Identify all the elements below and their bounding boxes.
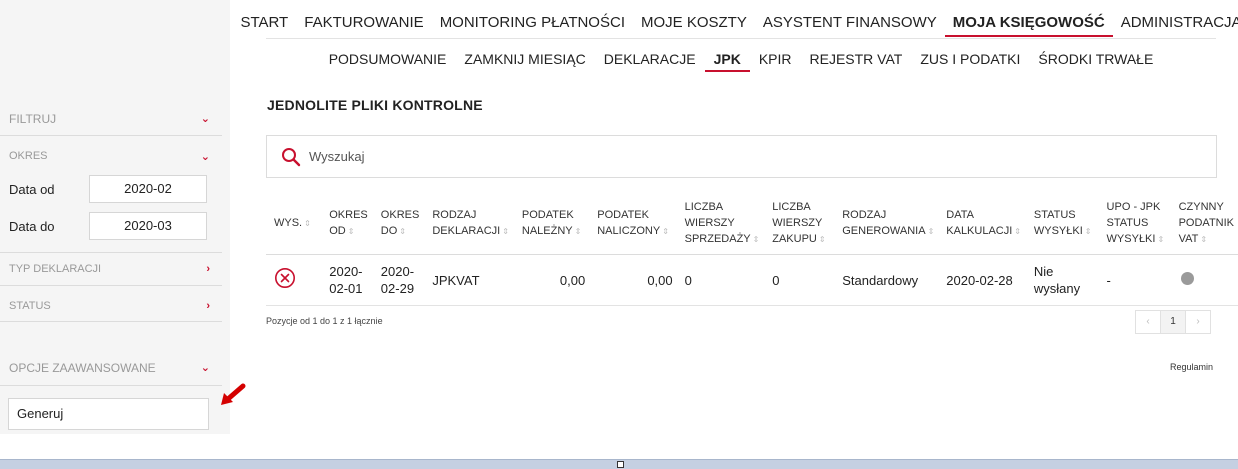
col-wys-header[interactable]: WYS. ⇕: [266, 192, 322, 255]
col-status-wysylki-header[interactable]: STATUS WYSYŁKI ⇕: [1025, 192, 1099, 255]
subnav-item-5[interactable]: REJESTR VAT: [801, 48, 912, 72]
status-label: STATUS: [9, 299, 51, 312]
date-from-field[interactable]: 2020-02: [89, 175, 207, 203]
subnav-item-0[interactable]: PODSUMOWANIE: [320, 48, 456, 72]
nav-item-6[interactable]: ADMINISTRACJA: [1113, 10, 1238, 37]
cell-rodzaj-generowania: Standardowy: [834, 254, 939, 306]
date-to-field[interactable]: 2020-03: [89, 212, 207, 240]
cell-czynny: [1170, 254, 1238, 306]
filter-label: FILTRUJ: [9, 111, 57, 126]
page-title: JEDNOLITE PLIKI KONTROLNE: [267, 97, 483, 113]
date-from-label: Data od: [9, 181, 55, 197]
declaration-type-section[interactable]: TYP DEKLARACJI ›: [0, 252, 222, 286]
main-navigation: START FAKTUROWANIE MONITORING PŁATNOŚCI MOJ…: [240, 10, 1238, 39]
table-row[interactable]: 2020-02-01 2020-02-29 JPKVAT 0,00 0,00 0…: [266, 254, 1238, 306]
cell-podatek-nalezny: 0,00: [513, 254, 590, 306]
cell-upo: -: [1098, 254, 1171, 306]
col-podatek-nalezny-header[interactable]: PODATEK NALEŻNY ⇕: [513, 192, 590, 255]
chevron-down-icon: ⌄: [200, 362, 210, 374]
nav-item-2[interactable]: MONITORING PŁATNOŚCI: [432, 10, 633, 37]
generate-button[interactable]: Generuj: [8, 398, 209, 430]
date-from-row: Data od 2020-02: [0, 174, 222, 204]
window-bottom-bar: [0, 459, 1238, 469]
subnav-item-4[interactable]: KPIR: [750, 48, 801, 72]
subnav-item-7[interactable]: ŚRODKI TRWAŁE: [1029, 48, 1162, 72]
resize-grip-icon[interactable]: [617, 461, 624, 468]
col-podatek-naliczony-header[interactable]: PODATEK NALICZONY ⇕: [589, 192, 677, 255]
col-data-kalkulacji-header[interactable]: DATA KALKULACJI ⇕: [938, 192, 1026, 255]
cell-okres-do: 2020-02-29: [372, 254, 425, 306]
pager-prev-button[interactable]: ‹: [1135, 310, 1161, 334]
search-bar[interactable]: [266, 135, 1217, 178]
search-icon: [281, 147, 301, 167]
cell-wiersze-sprzedazy: 0: [676, 254, 765, 306]
chevron-right-icon: ›: [206, 263, 210, 275]
table-header-row: WYS. ⇕ OKRES OD ⇕ OKRES DO ⇕ RODZAJ DEKLARA…: [266, 192, 1238, 255]
nav-item-0[interactable]: START: [232, 10, 296, 37]
cell-podatek-naliczony: 0,00: [589, 254, 677, 306]
subnav-item-6[interactable]: ZUS I PODATKI: [911, 48, 1029, 72]
advanced-options-label: OPCJE ZAAWANSOWANE: [9, 360, 156, 375]
date-to-row: Data do 2020-03: [0, 211, 222, 241]
sub-navigation: PODSUMOWANIE ZAMKNIJ MIESIĄC DEKLARACJE JPK…: [266, 48, 1216, 76]
col-wiersze-sprzedazy-header[interactable]: LICZBA WIERSZY SPRZEDAŻY ⇕: [676, 192, 765, 255]
subnav-item-3[interactable]: JPK: [704, 48, 750, 72]
subnav-item-2[interactable]: DEKLARACJE: [595, 48, 705, 72]
cell-data-kalkulacji: 2020-02-28: [938, 254, 1026, 306]
nav-item-4[interactable]: ASYSTENT FINANSOWY: [755, 10, 945, 37]
nav-item-3[interactable]: MOJE KOSZTY: [633, 10, 755, 37]
period-section-header[interactable]: OKRES ⌄: [0, 142, 222, 170]
date-to-label: Data do: [9, 218, 55, 234]
search-input[interactable]: [307, 148, 1111, 165]
jpk-table: WYS. ⇕ OKRES OD ⇕ OKRES DO ⇕ RODZAJ DEKLARA…: [266, 192, 1238, 306]
col-okres-do-header[interactable]: OKRES DO ⇕: [372, 192, 425, 255]
x-circle-icon[interactable]: [274, 268, 296, 292]
col-czynny-header[interactable]: CZYNNY PODATNIK VAT ⇕: [1170, 192, 1238, 255]
pagination: ‹ 1 ›: [1135, 310, 1211, 334]
pager-next-button[interactable]: ›: [1185, 310, 1211, 334]
col-wiersze-zakupu-header[interactable]: LICZBA WIERSZY ZAKUPU ⇕: [764, 192, 835, 255]
col-rodzaj-generowania-header[interactable]: RODZAJ GENEROWANIA ⇕: [834, 192, 939, 255]
red-arrow-icon: [218, 383, 246, 414]
chevron-down-icon: ⌄: [200, 113, 210, 125]
chevron-right-icon: ›: [206, 299, 210, 312]
col-rodzaj-header[interactable]: RODZAJ DEKLARACJI ⇕: [424, 192, 514, 255]
col-okres-od-header[interactable]: OKRES OD ⇕: [321, 192, 373, 255]
period-label: OKRES: [9, 150, 48, 162]
subnav-item-1[interactable]: ZAMKNIJ MIESIĄC: [455, 48, 594, 72]
cell-rodzaj: JPKVAT: [424, 254, 514, 306]
declaration-type-label: TYP DEKLARACJI: [9, 263, 102, 275]
cell-wiersze-zakupu: 0: [764, 254, 835, 306]
cell-wys: [266, 254, 322, 306]
filter-section-header[interactable]: FILTRUJ ⌄: [0, 102, 222, 136]
chevron-down-icon: ⌄: [200, 150, 210, 163]
grey-dot-icon: [1180, 271, 1194, 285]
nav-item-1[interactable]: FAKTUROWANIE: [296, 10, 431, 37]
status-section[interactable]: STATUS ›: [0, 290, 222, 322]
cell-okres-od: 2020-02-01: [321, 254, 373, 306]
pagination-summary: Pozycje od 1 do 1 z 1 łącznie: [266, 316, 383, 326]
regulamin-link[interactable]: Regulamin: [1170, 362, 1213, 372]
col-upo-header[interactable]: UPO - JPK STATUS WYSYŁKI ⇕: [1098, 192, 1171, 255]
cell-status-wysylki: Nie wysłany: [1025, 254, 1099, 306]
pager-page-button[interactable]: 1: [1160, 310, 1186, 334]
advanced-options-section[interactable]: OPCJE ZAAWANSOWANE ⌄: [0, 350, 222, 386]
nav-item-5[interactable]: MOJA KSIĘGOWOŚĆ: [944, 10, 1113, 37]
filter-sidebar: FILTRUJ ⌄ OKRES ⌄ Data od 2020-02 Data d…: [0, 0, 230, 434]
